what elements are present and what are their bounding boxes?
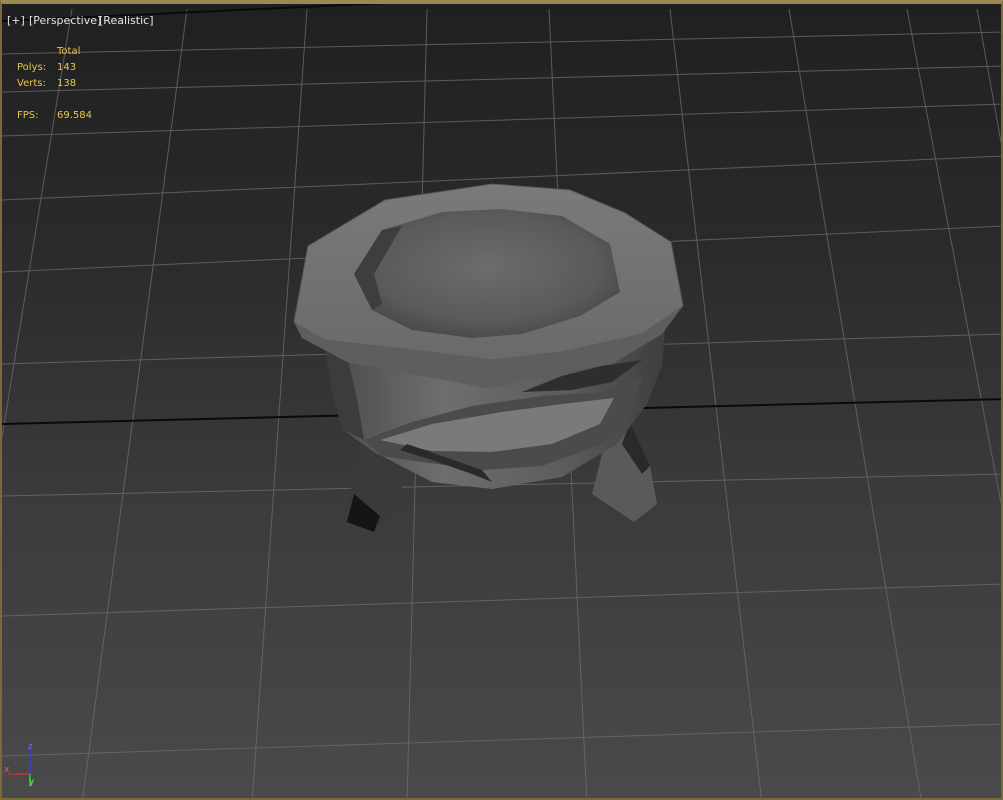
viewport-menu-button[interactable]: [+]: [7, 14, 25, 27]
stats-total-header: Total: [57, 46, 81, 57]
stats-fps-value: 69.584: [57, 110, 92, 121]
stats-fps-label: FPS:: [17, 110, 39, 121]
axis-tripod-gizmo: z x y: [4, 742, 35, 787]
axis-y-label: y: [29, 777, 35, 787]
stats-polys-value: 143: [57, 62, 77, 73]
stats-polys-label: Polys:: [17, 62, 47, 73]
axis-z-label: z: [28, 742, 33, 752]
mortar-bowl-model[interactable]: [293, 183, 684, 532]
viewport-shading-label[interactable]: [Realistic]: [99, 14, 154, 27]
stats-verts-value: 138: [57, 78, 77, 89]
viewport-scene[interactable]: z x y: [2, 4, 1003, 800]
perspective-viewport[interactable]: z x y [+] [Perspective] [Realistic] Tota…: [0, 0, 1003, 800]
viewport-view-label[interactable]: [Perspective]: [29, 14, 101, 27]
stats-verts-label: Verts:: [17, 78, 46, 89]
axis-x-label: x: [4, 765, 10, 775]
